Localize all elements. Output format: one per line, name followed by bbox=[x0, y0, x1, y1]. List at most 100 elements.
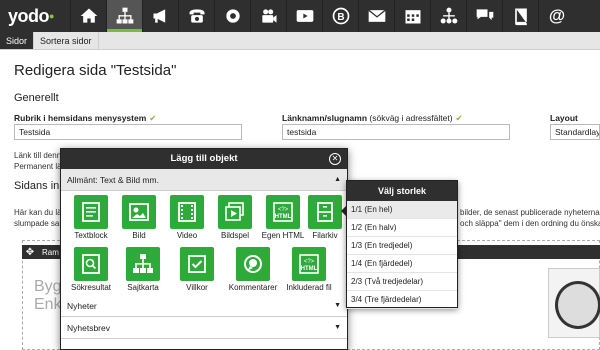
object-search-results[interactable]: Sökresultat bbox=[67, 247, 115, 292]
size-picker-title: Välj storlek bbox=[347, 181, 457, 201]
slug-label: Länknamn/slugnamn (sökväg i adressfältet… bbox=[282, 113, 463, 124]
object-label: Bild bbox=[132, 231, 146, 240]
checkbox-icon bbox=[180, 247, 214, 281]
object-label: Kommentarer bbox=[228, 283, 278, 292]
nav-mail[interactable] bbox=[358, 0, 394, 32]
object-file-archive[interactable]: Filarkiv bbox=[307, 195, 343, 240]
round-image-frame bbox=[555, 281, 600, 329]
svg-text:B: B bbox=[337, 12, 344, 23]
sitemap-tree-icon bbox=[126, 247, 160, 281]
check-icon: ✔ bbox=[455, 113, 463, 123]
top-navigation: yodo ● B @ bbox=[0, 0, 600, 32]
nav-email[interactable]: @ bbox=[538, 0, 574, 32]
object-label: Sajtkarta bbox=[127, 283, 159, 292]
nav-news[interactable] bbox=[142, 0, 178, 32]
gear-badge-icon bbox=[225, 9, 240, 23]
size-option-full[interactable]: 1/1 (En hel) bbox=[347, 201, 457, 219]
play-icon bbox=[296, 10, 313, 22]
nav-contact[interactable] bbox=[178, 0, 214, 32]
object-textblock[interactable]: Textblock bbox=[67, 195, 115, 240]
subtabs: Sidor Sortera sidor bbox=[0, 32, 600, 50]
popup-pointer bbox=[341, 205, 347, 217]
move-icon[interactable]: ✥ bbox=[22, 247, 38, 258]
home-icon bbox=[80, 8, 97, 23]
logo-dot: ● bbox=[49, 11, 54, 21]
logo-text: yodo bbox=[8, 5, 50, 26]
object-label: Inkluderad fil bbox=[286, 283, 332, 292]
dialog-title: Lägg till objekt bbox=[170, 153, 238, 164]
layout-label: Layout bbox=[550, 113, 578, 123]
nav-video[interactable] bbox=[286, 0, 322, 32]
svg-text:<?>: <?> bbox=[278, 207, 289, 213]
add-object-dialog: Lägg till objekt ✕ Allmänt: Text & Bild … bbox=[60, 148, 348, 350]
nav-pages[interactable] bbox=[106, 0, 142, 32]
nav-calendar[interactable] bbox=[394, 0, 430, 32]
size-option-half[interactable]: 1/2 (En halv) bbox=[347, 219, 457, 237]
dialog-header: Lägg till objekt ✕ bbox=[61, 149, 347, 169]
category-news[interactable]: Nyheter ▼ bbox=[61, 295, 347, 317]
svg-text:@: @ bbox=[548, 6, 564, 25]
phone-icon bbox=[189, 9, 204, 23]
object-video[interactable]: Video bbox=[163, 195, 211, 240]
object-custom-html[interactable]: <?> HTML Egen HTML bbox=[259, 195, 307, 240]
layout-select[interactable]: Standardlayo bbox=[550, 124, 600, 140]
svg-text:HTML: HTML bbox=[301, 266, 318, 272]
size-option-three-quarters[interactable]: 3/4 (Tre fjärdedelar) bbox=[347, 291, 457, 309]
film-icon bbox=[170, 195, 204, 229]
b-circle-icon: B bbox=[332, 7, 349, 25]
object-label: Sökresultat bbox=[70, 283, 112, 292]
subtab-sort-pages[interactable]: Sortera sidor bbox=[34, 32, 99, 49]
object-image[interactable]: Bild bbox=[115, 195, 163, 240]
category-general-label: Allmänt: Text & Bild mm. bbox=[67, 174, 159, 185]
object-terms[interactable]: Villkor bbox=[173, 247, 221, 292]
object-label: Video bbox=[176, 231, 198, 240]
frame-label: Ram bbox=[42, 247, 59, 257]
nav-guestbook[interactable] bbox=[502, 0, 538, 32]
category-newsletter[interactable]: Nyhetsbrev ▼ bbox=[61, 317, 347, 339]
nav-members[interactable] bbox=[250, 0, 286, 32]
content-description-left-1: Här kan du lä bbox=[14, 208, 62, 217]
search-result-icon bbox=[74, 247, 108, 281]
size-option-third[interactable]: 1/3 (En tredjedel) bbox=[347, 237, 457, 255]
caret-down-icon: ▼ bbox=[334, 324, 341, 331]
include-html-icon: <?> HTML bbox=[292, 247, 326, 281]
category-general[interactable]: Allmänt: Text & Bild mm. ▲ bbox=[61, 169, 347, 191]
image-icon bbox=[122, 195, 156, 229]
check-icon: ✔ bbox=[149, 113, 157, 123]
ghost-text-1: Byg bbox=[34, 278, 62, 295]
caret-down-icon: ▼ bbox=[334, 302, 341, 309]
nav-settings[interactable] bbox=[214, 0, 250, 32]
object-sitemap[interactable]: Sajtkarta bbox=[119, 247, 167, 292]
object-included-file[interactable]: <?> HTML Inkluderad fil bbox=[281, 247, 337, 292]
chat-icon bbox=[476, 9, 493, 21]
section-general-heading: Generellt bbox=[14, 92, 59, 104]
page-link-text: Länk till denn bbox=[14, 151, 62, 160]
close-icon[interactable]: ✕ bbox=[329, 153, 341, 165]
subtab-pages[interactable]: Sidor bbox=[0, 32, 35, 49]
size-option-two-thirds[interactable]: 2/3 (Två tredjedelar) bbox=[347, 273, 457, 291]
logo[interactable]: yodo ● bbox=[0, 0, 70, 32]
slideshow-icon bbox=[218, 195, 252, 229]
nav-blog[interactable]: B bbox=[322, 0, 358, 32]
ghost-heading: Byg Enk bbox=[34, 278, 62, 314]
menu-title-input[interactable]: Testsida bbox=[14, 124, 242, 140]
book-icon bbox=[514, 8, 527, 26]
object-comments[interactable]: Kommentarer bbox=[225, 247, 281, 292]
nav-forum[interactable] bbox=[466, 0, 502, 32]
at-icon: @ bbox=[548, 6, 564, 25]
sitemap-icon bbox=[116, 7, 133, 24]
size-option-quarter[interactable]: 1/4 (En fjärdedel) bbox=[347, 255, 457, 273]
object-slideshow[interactable]: Bildspel bbox=[211, 195, 259, 240]
nav-organization[interactable] bbox=[430, 0, 466, 32]
permanent-link-text: Permanent lä bbox=[14, 162, 62, 171]
comment-icon bbox=[236, 247, 270, 281]
size-picker-popup: Välj storlek 1/1 (En hel) 1/2 (En halv) … bbox=[341, 180, 458, 309]
slug-input[interactable]: testsida bbox=[282, 124, 510, 140]
network-icon bbox=[440, 7, 457, 24]
menu-title-label: Rubrik i hemsidans menysystem ✔ bbox=[14, 113, 156, 124]
object-label: Filarkiv bbox=[312, 231, 338, 240]
object-label: Egen HTML bbox=[261, 231, 305, 240]
object-label: Textblock bbox=[74, 231, 108, 240]
nav-home[interactable] bbox=[70, 0, 106, 32]
svg-text:HTML: HTML bbox=[275, 214, 292, 220]
